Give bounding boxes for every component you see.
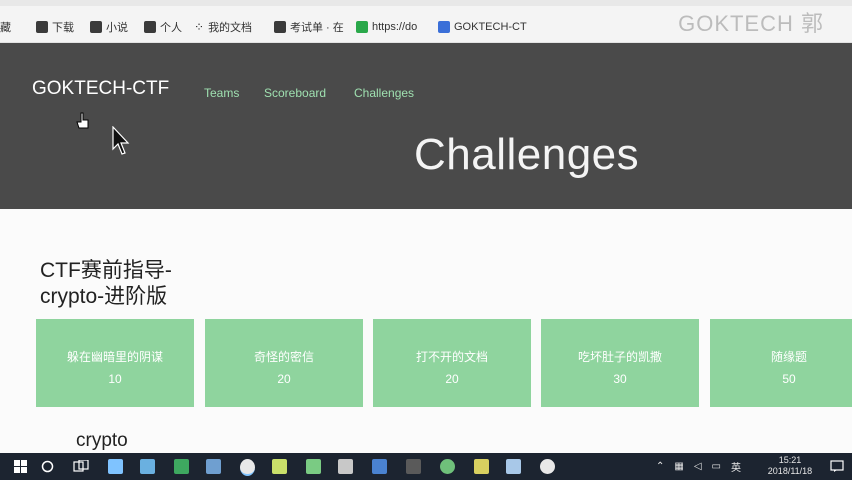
- bookmark-item[interactable]: 考试单 · 在: [274, 18, 344, 36]
- folder-icon: [36, 21, 48, 33]
- challenge-card[interactable]: 吃坏肚子的凯撒 30: [541, 319, 699, 407]
- challenge-name: 打不开的文档: [415, 350, 488, 364]
- battery-icon[interactable]: ▭: [712, 461, 721, 472]
- bookmark-item[interactable]: https://do: [356, 18, 417, 36]
- folder-icon: [144, 21, 156, 33]
- clock-date: 2018/11/18: [767, 466, 813, 476]
- video-watermark: GOKTECH 郭: [678, 11, 824, 36]
- category-title: crypto: [76, 430, 128, 451]
- taskbar: ⌃ ▦ ◁ ▭ 英 15:21 2018/11/18: [0, 453, 852, 480]
- app-icon[interactable]: [540, 459, 555, 474]
- bookmark-item[interactable]: 小说: [90, 18, 128, 36]
- bookmark-item[interactable]: GOKTECH-CT: [438, 18, 527, 36]
- app-icon[interactable]: [272, 459, 287, 474]
- challenge-card[interactable]: 随缘题 50: [710, 319, 852, 407]
- doc-icon: [274, 21, 286, 33]
- app-icon[interactable]: [108, 459, 123, 474]
- page-icon: [438, 21, 450, 33]
- link-icon: [356, 21, 368, 33]
- app-icon[interactable]: [474, 459, 489, 474]
- app-icon[interactable]: [440, 459, 455, 474]
- page-title: Challenges: [414, 130, 640, 179]
- app-icon[interactable]: [174, 459, 189, 474]
- bookmark-item[interactable]: ⁘ 我的文档: [194, 18, 252, 36]
- search-circle-icon[interactable]: [41, 460, 54, 473]
- arrow-cursor-icon: [112, 126, 130, 155]
- challenge-name: 奇怪的密信: [253, 350, 314, 364]
- app-icon[interactable]: [338, 459, 353, 474]
- task-view-icon[interactable]: [73, 460, 89, 473]
- app-icon[interactable]: [406, 459, 421, 474]
- challenge-points: 50: [782, 372, 796, 386]
- bookmark-item[interactable]: 下载: [36, 18, 74, 36]
- challenge-card[interactable]: 打不开的文档 20: [373, 319, 531, 407]
- bookmarks-bar: 藏 下载 小说 个人 ⁘ 我的文档 考试单 · 在 https://do GOK…: [0, 0, 852, 43]
- windows-start-icon[interactable]: [14, 460, 27, 473]
- app-icon[interactable]: [206, 459, 221, 474]
- challenge-name: 躲在幽暗里的阴谋: [66, 350, 163, 364]
- app-icon[interactable]: [506, 459, 521, 474]
- nav-scoreboard[interactable]: Scoreboard: [264, 86, 326, 100]
- dots-icon: ⁘: [194, 20, 205, 34]
- network-icon[interactable]: ▦: [674, 461, 683, 472]
- app-icon[interactable]: [306, 459, 321, 474]
- nav-challenges[interactable]: Challenges: [354, 86, 414, 100]
- chevron-up-icon[interactable]: ⌃: [656, 461, 664, 472]
- challenge-name: 吃坏肚子的凯撒: [577, 350, 662, 364]
- nav-teams[interactable]: Teams: [204, 86, 239, 100]
- system-tray: ⌃ ▦ ◁ ▭ 英: [656, 453, 741, 480]
- challenge-name: 随缘题: [770, 350, 807, 364]
- challenge-card[interactable]: 躲在幽暗里的阴谋 10: [36, 319, 194, 407]
- challenge-card[interactable]: 奇怪的密信 20: [205, 319, 363, 407]
- site-brand[interactable]: GOKTECH-CTF: [32, 78, 169, 100]
- app-icon[interactable]: [372, 459, 387, 474]
- input-method-icon[interactable]: 英: [731, 459, 741, 474]
- hand-cursor-icon: [76, 112, 89, 129]
- app-icon[interactable]: [140, 459, 155, 474]
- notification-icon[interactable]: [830, 460, 844, 473]
- bookmark-item[interactable]: 藏: [0, 18, 11, 36]
- volume-icon[interactable]: ◁: [694, 461, 702, 472]
- clock[interactable]: 15:21 2018/11/18: [762, 455, 818, 477]
- challenge-points: 20: [445, 372, 459, 386]
- browser-icon[interactable]: [240, 459, 255, 476]
- challenge-points: 20: [277, 372, 291, 386]
- clock-time: 15:21: [778, 455, 802, 465]
- category-title: CTF赛前指导- crypto-进阶版: [40, 259, 172, 308]
- challenge-points: 10: [108, 372, 122, 386]
- challenge-points: 30: [613, 372, 627, 386]
- bookmark-item[interactable]: 个人: [144, 18, 182, 36]
- folder-icon: [90, 21, 102, 33]
